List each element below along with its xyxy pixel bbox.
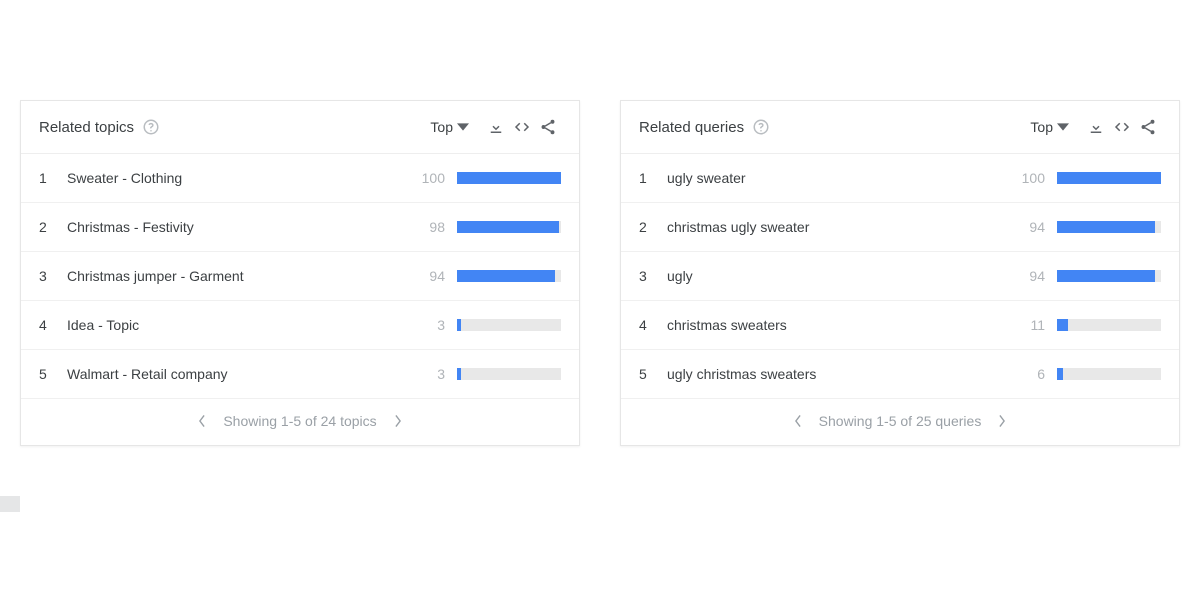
- rank: 1: [639, 170, 657, 186]
- item-value: 98: [415, 219, 445, 235]
- bar-fill: [1057, 172, 1161, 184]
- item-value: 6: [1015, 366, 1045, 382]
- sort-label: Top: [1030, 119, 1053, 135]
- prev-button[interactable]: [195, 414, 209, 428]
- related-queries-panel: Related queries Top 1: [620, 100, 1180, 446]
- list-item[interactable]: 2 christmas ugly sweater 94: [621, 203, 1179, 252]
- bar-track: [1057, 319, 1161, 331]
- list-item[interactable]: 3 Christmas jumper - Garment 94: [21, 252, 579, 301]
- panel-title: Related topics: [39, 119, 134, 136]
- item-label: Christmas jumper - Garment: [67, 268, 415, 284]
- sort-dropdown[interactable]: Top: [1030, 119, 1083, 135]
- item-label: ugly christmas sweaters: [667, 366, 1015, 382]
- item-value: 3: [415, 366, 445, 382]
- panel-footer: Showing 1-5 of 25 queries: [621, 398, 1179, 445]
- share-icon[interactable]: [1135, 115, 1161, 139]
- rank: 5: [39, 366, 57, 382]
- embed-icon[interactable]: [1109, 115, 1135, 139]
- rank: 4: [639, 317, 657, 333]
- bar-fill: [1057, 368, 1063, 380]
- bar-track: [1057, 368, 1161, 380]
- list-item[interactable]: 3 ugly 94: [621, 252, 1179, 301]
- item-label: Christmas - Festivity: [67, 219, 415, 235]
- download-icon[interactable]: [1083, 115, 1109, 139]
- bar-track: [457, 368, 561, 380]
- bar-fill: [1057, 270, 1155, 282]
- bar-fill: [457, 319, 461, 331]
- next-button[interactable]: [995, 414, 1009, 428]
- related-topics-panel: Related topics Top 1: [20, 100, 580, 446]
- item-value: 3: [415, 317, 445, 333]
- item-label: Walmart - Retail company: [67, 366, 415, 382]
- item-label: christmas sweaters: [667, 317, 1015, 333]
- list-item[interactable]: 5 ugly christmas sweaters 6: [621, 350, 1179, 398]
- bar-track: [457, 270, 561, 282]
- topics-list: 1 Sweater - Clothing 100 2 Christmas - F…: [21, 154, 579, 398]
- bar-fill: [1057, 319, 1068, 331]
- bar-track: [1057, 270, 1161, 282]
- list-item[interactable]: 1 ugly sweater 100: [621, 154, 1179, 203]
- item-label: Idea - Topic: [67, 317, 415, 333]
- sort-label: Top: [430, 119, 453, 135]
- next-button[interactable]: [391, 414, 405, 428]
- list-item[interactable]: 4 christmas sweaters 11: [621, 301, 1179, 350]
- panel-header: Related topics Top: [21, 101, 579, 154]
- footer-text: Showing 1-5 of 24 topics: [223, 413, 376, 429]
- prev-button[interactable]: [791, 414, 805, 428]
- panel-header: Related queries Top: [621, 101, 1179, 154]
- list-item[interactable]: 5 Walmart - Retail company 3: [21, 350, 579, 398]
- bar-track: [457, 172, 561, 184]
- list-item[interactable]: 2 Christmas - Festivity 98: [21, 203, 579, 252]
- chevron-down-icon: [457, 121, 469, 133]
- item-label: christmas ugly sweater: [667, 219, 1015, 235]
- rank: 3: [639, 268, 657, 284]
- bar-fill: [457, 221, 559, 233]
- rank: 1: [39, 170, 57, 186]
- bar-track: [1057, 172, 1161, 184]
- item-value: 94: [415, 268, 445, 284]
- rank: 3: [39, 268, 57, 284]
- item-value: 100: [415, 170, 445, 186]
- bar-fill: [457, 270, 555, 282]
- bar-track: [457, 319, 561, 331]
- share-icon[interactable]: [535, 115, 561, 139]
- rank: 5: [639, 366, 657, 382]
- bar-fill: [457, 368, 461, 380]
- bar-track: [457, 221, 561, 233]
- bar-fill: [457, 172, 561, 184]
- queries-list: 1 ugly sweater 100 2 christmas ugly swea…: [621, 154, 1179, 398]
- item-label: ugly: [667, 268, 1015, 284]
- bar-track: [1057, 221, 1161, 233]
- embed-icon[interactable]: [509, 115, 535, 139]
- item-label: ugly sweater: [667, 170, 1015, 186]
- item-value: 94: [1015, 219, 1045, 235]
- item-value: 94: [1015, 268, 1045, 284]
- item-value: 11: [1015, 317, 1045, 333]
- chevron-down-icon: [1057, 121, 1069, 133]
- panels-container: Related topics Top 1: [20, 100, 1180, 446]
- rank: 2: [39, 219, 57, 235]
- rank: 2: [639, 219, 657, 235]
- bar-fill: [1057, 221, 1155, 233]
- decorative-stripe: [0, 496, 20, 512]
- help-icon[interactable]: [752, 118, 770, 136]
- panel-title: Related queries: [639, 119, 744, 136]
- rank: 4: [39, 317, 57, 333]
- sort-dropdown[interactable]: Top: [430, 119, 483, 135]
- panel-footer: Showing 1-5 of 24 topics: [21, 398, 579, 445]
- item-value: 100: [1015, 170, 1045, 186]
- list-item[interactable]: 1 Sweater - Clothing 100: [21, 154, 579, 203]
- download-icon[interactable]: [483, 115, 509, 139]
- help-icon[interactable]: [142, 118, 160, 136]
- item-label: Sweater - Clothing: [67, 170, 415, 186]
- list-item[interactable]: 4 Idea - Topic 3: [21, 301, 579, 350]
- footer-text: Showing 1-5 of 25 queries: [819, 413, 982, 429]
